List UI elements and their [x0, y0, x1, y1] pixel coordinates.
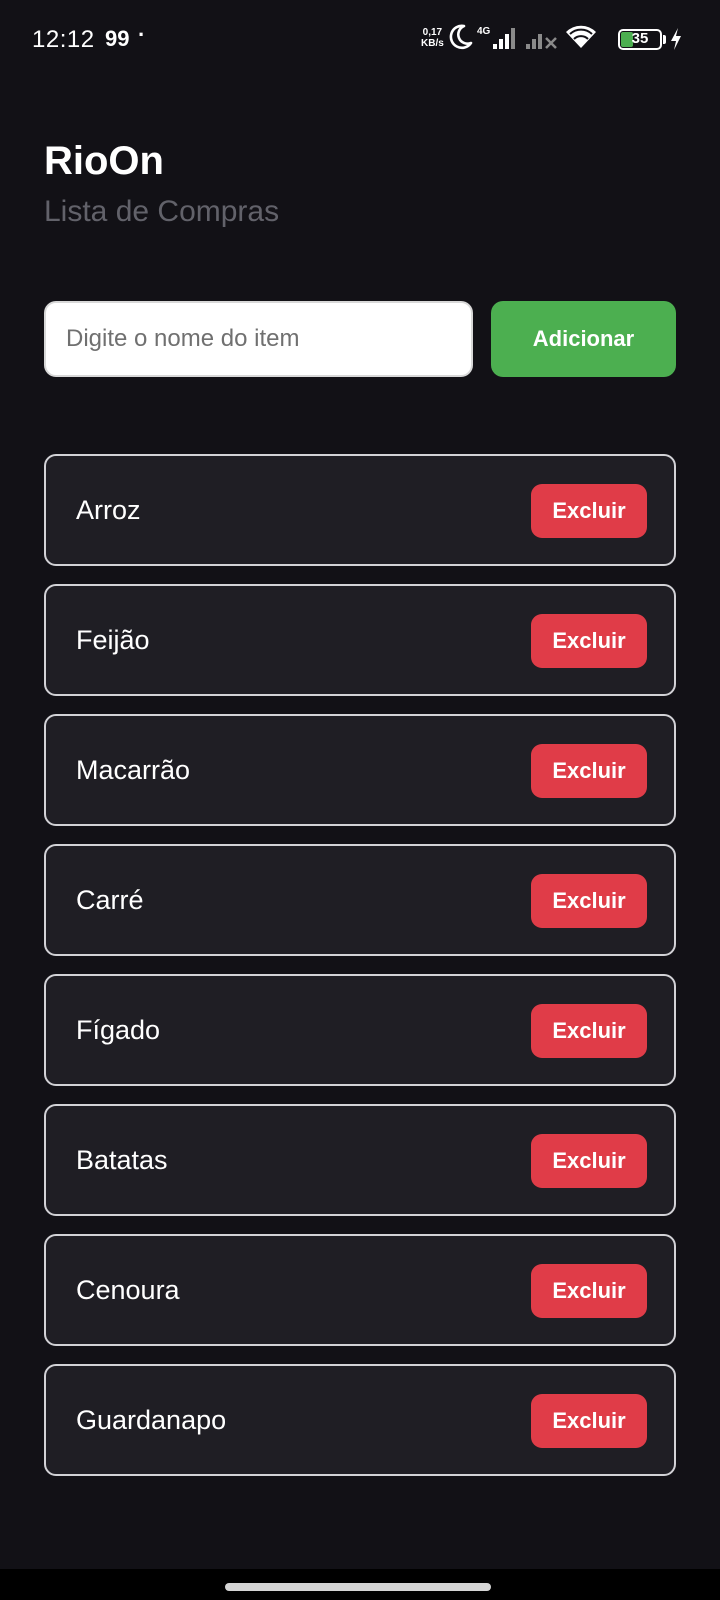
delete-item-button[interactable]: Excluir [531, 1394, 647, 1448]
signal-no-sim-icon [524, 24, 560, 57]
list-item: Batatas Excluir [44, 1104, 676, 1216]
app-screen: 12:12 99 · 0,17 KB/s 4G 35 RioOn Lista d… [0, 0, 720, 1600]
network-speed: 0,17 KB/s [421, 27, 444, 49]
charging-icon [669, 27, 683, 56]
battery-percent: 35 [631, 30, 649, 47]
delete-item-button[interactable]: Excluir [531, 744, 647, 798]
list-item: Fígado Excluir [44, 974, 676, 1086]
wifi-icon [565, 24, 597, 55]
item-label: Batatas [76, 1145, 168, 1175]
page-subtitle: Lista de Compras [44, 195, 280, 228]
item-label: Carré [76, 885, 144, 915]
list-item: Arroz Excluir [44, 454, 676, 566]
battery-tip [663, 35, 666, 44]
status-bar: 12:12 99 · 0,17 KB/s 4G 35 [0, 0, 720, 80]
item-label: Cenoura [76, 1275, 180, 1305]
battery-icon: 35 [618, 29, 662, 50]
item-name-input[interactable] [44, 301, 473, 377]
delete-item-button[interactable]: Excluir [531, 1134, 647, 1188]
add-item-button[interactable]: Adicionar [491, 301, 676, 377]
network-type-label: 4G [477, 26, 491, 37]
notification-dot: · [138, 22, 146, 47]
speed-value: 0,17 [422, 27, 443, 38]
delete-item-button[interactable]: Excluir [531, 874, 647, 928]
delete-item-button[interactable]: Excluir [531, 614, 647, 668]
list-item: Carré Excluir [44, 844, 676, 956]
item-label: Macarrão [76, 755, 191, 785]
list-item: Guardanapo Excluir [44, 1364, 676, 1476]
item-label: Fígado [76, 1015, 161, 1045]
signal-4g-icon: 4G [477, 24, 521, 57]
list-item: Feijão Excluir [44, 584, 676, 696]
home-gesture-handle[interactable] [225, 1583, 491, 1591]
delete-item-button[interactable]: Excluir [531, 1004, 647, 1058]
item-label: Arroz [76, 495, 141, 525]
delete-item-button[interactable]: Excluir [531, 1264, 647, 1318]
navigation-bar [0, 1569, 720, 1600]
speed-unit: KB/s [421, 38, 444, 49]
list-item: Cenoura Excluir [44, 1234, 676, 1346]
moon-icon [448, 22, 474, 57]
item-label: Feijão [76, 625, 150, 655]
app-title: RioOn [44, 139, 164, 183]
item-label: Guardanapo [76, 1405, 227, 1435]
list-item: Macarrão Excluir [44, 714, 676, 826]
notification-count: 99 [105, 26, 130, 51]
shopping-list: Arroz Excluir Feijão Excluir Macarrão Excluir… [44, 454, 676, 1494]
delete-item-button[interactable]: Excluir [531, 484, 647, 538]
status-time: 12:12 [32, 26, 95, 53]
